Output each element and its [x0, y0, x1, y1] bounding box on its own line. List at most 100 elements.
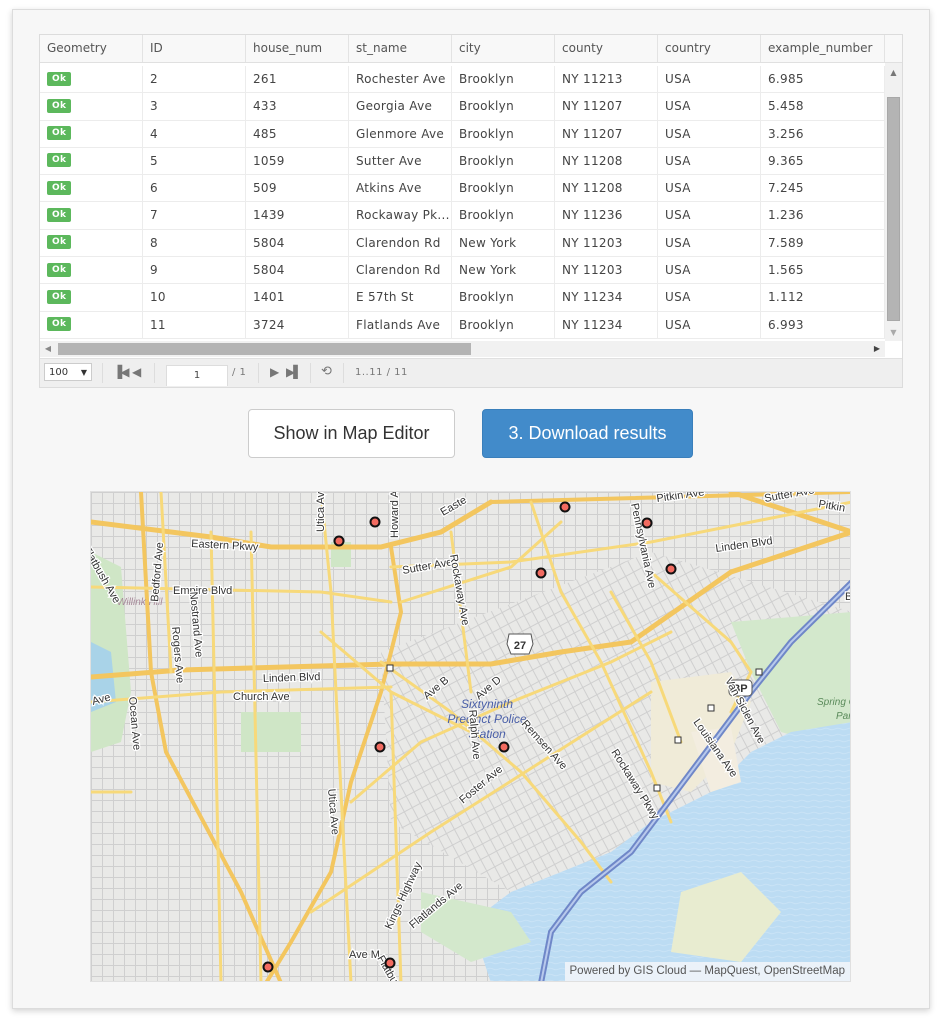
map-marker[interactable] [665, 563, 677, 575]
page-size-select[interactable]: 100 ▼ [44, 363, 92, 381]
cell-county: NY 11234 [555, 311, 658, 338]
map-marker[interactable] [374, 741, 386, 753]
cell-house-num: 261 [246, 66, 349, 93]
column-header-house-num[interactable]: house_num [246, 35, 349, 62]
table-row[interactable]: Ok 10 1401 E 57th St Brooklyn NY 11234 USA 1.11… [40, 284, 885, 312]
table-row[interactable]: Ok 9 5804 Clarendon Rd New York NY 11203 USA 1.… [40, 257, 885, 285]
cell-house-num: 3724 [246, 311, 349, 338]
svg-text:27: 27 [514, 640, 526, 652]
cell-example-number: 7.245 [761, 175, 885, 202]
vertical-scrollbar[interactable]: ▲ ▼ [885, 63, 902, 341]
map-label-empire-blvd: Empire Blvd [173, 585, 232, 597]
pager-divider [310, 363, 311, 383]
cell-house-num: 5804 [246, 257, 349, 284]
map-marker[interactable] [333, 535, 345, 547]
geometry-ok-badge: Ok [47, 235, 72, 250]
horizontal-scroll-thumb[interactable] [58, 343, 471, 355]
horizontal-scrollbar[interactable]: ◀ ▶ [40, 341, 885, 357]
map-marker[interactable] [498, 741, 510, 753]
page-number-input[interactable]: 1 [166, 365, 228, 386]
vertical-scroll-thumb[interactable] [887, 97, 900, 321]
cell-city: New York [452, 257, 555, 284]
cell-geometry: Ok [40, 66, 143, 93]
table-row[interactable]: Ok 7 1439 Rockaway Pk... Brooklyn NY 11236 USA… [40, 202, 885, 230]
scroll-right-icon[interactable]: ▶ [869, 341, 885, 357]
cell-st-name: E 57th St [349, 284, 452, 311]
cell-example-number: 1.112 [761, 284, 885, 311]
geometry-ok-badge: Ok [47, 207, 72, 222]
cell-st-name: Clarendon Rd [349, 257, 452, 284]
scroll-up-icon[interactable]: ▲ [885, 65, 902, 81]
map-label-howard-ave: Howard Ave [389, 492, 401, 538]
refresh-icon[interactable]: ⟲ [321, 364, 332, 379]
map-marker[interactable] [535, 567, 547, 579]
show-in-map-editor-button[interactable]: Show in Map Editor [248, 409, 455, 458]
pager-divider [154, 363, 155, 383]
park-area [241, 712, 301, 752]
map-label-sixtyninth: Sixtyninth [461, 697, 513, 711]
column-header-example-number[interactable]: example_number [761, 35, 885, 62]
download-results-button[interactable]: 3. Download results [482, 409, 693, 458]
prev-page-icon[interactable]: ◀ [132, 365, 141, 379]
cell-city: Brooklyn [452, 202, 555, 229]
route-27-shield: 27 [506, 633, 534, 655]
cell-county: NY 11207 [555, 93, 658, 120]
cell-id: 9 [143, 257, 246, 284]
column-header-id[interactable]: ID [143, 35, 246, 62]
cell-geometry: Ok [40, 93, 143, 120]
cell-st-name: Clarendon Rd [349, 229, 452, 257]
highway-exit-marker [653, 784, 661, 792]
next-page-icon[interactable]: ▶ [270, 365, 279, 379]
map-label-park: Park [836, 711, 851, 722]
cell-id: 2 [143, 66, 246, 93]
map-marker[interactable] [384, 957, 396, 969]
cell-geometry: Ok [40, 147, 143, 175]
cell-county: NY 11234 [555, 284, 658, 311]
map-marker[interactable] [262, 961, 274, 973]
cell-city: Brooklyn [452, 284, 555, 311]
highway-exit-marker [674, 736, 682, 744]
table-row[interactable]: Ok 3 433 Georgia Ave Brooklyn NY 11207 USA 5.45… [40, 93, 885, 121]
cell-example-number: 7.589 [761, 229, 885, 257]
highway-exit-marker [707, 704, 715, 712]
cell-id: 3 [143, 93, 246, 120]
column-header-geometry[interactable]: Geometry [40, 35, 143, 62]
map-view[interactable]: 27 BP Eastern Pkwy Empire Blvd Linden Bl… [90, 491, 851, 982]
cell-id: 8 [143, 229, 246, 257]
highway-exit-marker [755, 668, 763, 676]
column-header-county[interactable]: county [555, 35, 658, 62]
table-row[interactable]: Ok 5 1059 Sutter Ave Brooklyn NY 11208 USA 9.36… [40, 147, 885, 176]
map-marker[interactable] [559, 501, 571, 513]
table-row[interactable]: Ok 6 509 Atkins Ave Brooklyn NY 11208 USA 7.245 [40, 175, 885, 203]
cell-geometry: Ok [40, 284, 143, 311]
cell-house-num: 433 [246, 93, 349, 120]
last-page-icon[interactable]: ▶▌ [286, 365, 303, 379]
cell-city: Brooklyn [452, 175, 555, 202]
map-label-spring-creek: Spring C [817, 697, 851, 708]
cell-house-num: 1439 [246, 202, 349, 229]
cell-house-num: 509 [246, 175, 349, 202]
cell-country: USA [658, 311, 761, 338]
column-header-city[interactable]: city [452, 35, 555, 62]
cell-country: USA [658, 66, 761, 93]
scroll-down-icon[interactable]: ▼ [885, 325, 902, 341]
column-header-country[interactable]: country [658, 35, 761, 62]
cell-country: USA [658, 175, 761, 202]
cell-st-name: Rockaway Pk... [349, 202, 452, 229]
column-header-st-name[interactable]: st_name [349, 35, 452, 62]
table-row[interactable]: Ok 11 3724 Flatlands Ave Brooklyn NY 11234 USA… [40, 311, 885, 339]
cell-example-number: 1.236 [761, 202, 885, 229]
first-page-icon[interactable]: ▐◀ [113, 365, 130, 379]
map-label-linden-blvd-west: Linden Blvd [263, 671, 321, 685]
grid-body: Ok 2 261 Rochester Ave Brooklyn NY 11213 USA 6.… [40, 66, 885, 339]
cell-county: NY 11203 [555, 257, 658, 284]
table-row[interactable]: Ok 4 485 Glenmore Ave Brooklyn NY 11207 USA 3.2… [40, 120, 885, 148]
table-row[interactable]: Ok 8 5804 Clarendon Rd New York NY 11203 USA 7.… [40, 229, 885, 258]
cell-geometry: Ok [40, 202, 143, 229]
map-marker[interactable] [641, 517, 653, 529]
table-row[interactable]: Ok 2 261 Rochester Ave Brooklyn NY 11213 USA 6.… [40, 66, 885, 94]
cell-id: 5 [143, 147, 246, 175]
scroll-left-icon[interactable]: ◀ [40, 341, 56, 357]
map-canvas[interactable]: 27 BP Eastern Pkwy Empire Blvd Linden Bl… [91, 492, 851, 982]
map-marker[interactable] [369, 516, 381, 528]
